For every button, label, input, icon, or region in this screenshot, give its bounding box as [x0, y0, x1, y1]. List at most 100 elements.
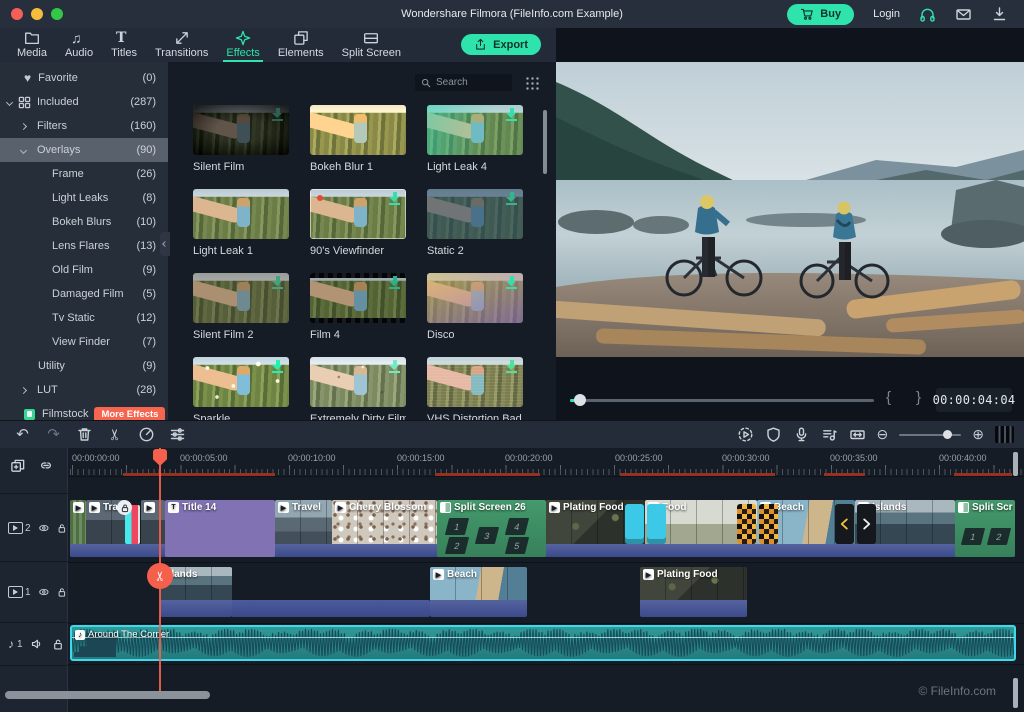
transition-cyan[interactable] — [625, 504, 666, 544]
login-button[interactable]: Login — [873, 8, 900, 20]
download-center-icon[interactable] — [991, 6, 1008, 23]
clip-split-screen-2[interactable]: Split Scre 1 2 — [955, 500, 1015, 557]
clip-cherry-blossom[interactable]: ▶Cherry Blossom — [332, 500, 437, 557]
effect-card-extremely-dirty-film[interactable]: Extremely Dirty Film — [310, 357, 406, 425]
sidebar-item-lens-flares[interactable]: Lens Flares (13) — [0, 234, 168, 258]
tab-elements[interactable]: Elements — [269, 28, 333, 62]
sidebar-item-filters[interactable]: Filters (160) — [0, 114, 168, 138]
mask-shield-icon[interactable] — [765, 426, 782, 443]
export-button[interactable]: Export — [461, 34, 541, 55]
effect-card-vhs-distortion-bad[interactable]: VHS Distortion Bad — [427, 357, 523, 425]
zoom-out-icon[interactable]: ⊖ — [877, 426, 889, 443]
fullscreen-window-button[interactable] — [51, 8, 63, 20]
buy-button[interactable]: Buy — [787, 4, 854, 25]
filmstock-icon — [24, 409, 35, 420]
sidebar-item-damaged-film[interactable]: Damaged Film (5) — [0, 282, 168, 306]
sidebar-item-utility[interactable]: Utility (9) — [0, 354, 168, 378]
eye-icon[interactable] — [38, 521, 50, 535]
lock-icon[interactable] — [56, 585, 68, 599]
video-preview[interactable] — [556, 62, 1024, 357]
adjust-sliders-icon[interactable] — [169, 426, 186, 443]
effect-card-bokeh-blur-1[interactable]: Bokeh Blur 1 — [310, 105, 406, 173]
mail-icon[interactable] — [955, 6, 972, 23]
sidebar-item-included[interactable]: Included (287) — [0, 90, 168, 114]
sidebar-item-filmstock[interactable]: Filmstock More Effects — [0, 402, 168, 420]
sidebar-item-old-film[interactable]: Old Film (9) — [0, 258, 168, 282]
lock-icon[interactable] — [56, 521, 68, 535]
minimize-window-button[interactable] — [31, 8, 43, 20]
voiceover-mic-icon[interactable] — [793, 426, 810, 443]
sidebar-item-favorite[interactable]: ♥ Favorite (0) — [0, 66, 168, 90]
sidebar-item-overlays[interactable]: Overlays (90) — [0, 138, 168, 162]
track-height-icon[interactable] — [995, 426, 1014, 443]
clip-title-14[interactable]: TTitle 14 — [165, 500, 275, 557]
add-track-icon[interactable] — [10, 458, 26, 474]
grid-view-icon[interactable] — [524, 75, 539, 90]
more-effects-badge[interactable]: More Effects — [94, 407, 165, 421]
playhead-marker[interactable] — [153, 449, 167, 466]
audio-mixer-icon[interactable] — [821, 426, 838, 443]
timeline-content[interactable]: 00:00:00:00 00:00:05:00 00:00:10:00 00:0… — [68, 448, 1024, 712]
tab-transitions[interactable]: Transitions — [146, 28, 217, 62]
undo-icon[interactable]: ↶ — [14, 426, 31, 443]
clip-travel-2[interactable]: ▶Travel — [275, 500, 332, 557]
sidebar-item-view-finder[interactable]: View Finder (7) — [0, 330, 168, 354]
timeline-vertical-scrollbar-bottom[interactable] — [1013, 678, 1018, 708]
sidebar-item-light-leaks[interactable]: Light Leaks (8) — [0, 186, 168, 210]
effect-card-light-leak-4[interactable]: Light Leak 4 — [427, 105, 523, 173]
sidebar-item-frame[interactable]: Frame (26) — [0, 162, 168, 186]
timeline-horizontal-scrollbar[interactable] — [5, 691, 210, 699]
clip-split-screen-26[interactable]: Split Screen 26 1 2 3 4 5 — [437, 500, 546, 557]
timeline-zoom-slider[interactable] — [899, 426, 961, 443]
timeline-vertical-scrollbar[interactable] — [1013, 452, 1018, 476]
zoom-in-icon[interactable]: ⊕ — [972, 426, 984, 443]
effect-card-light-leak-1[interactable]: Light Leak 1 — [193, 189, 289, 257]
tab-media[interactable]: Media — [8, 28, 56, 62]
transition-mosaic[interactable] — [737, 504, 778, 544]
export-label: Export — [493, 39, 528, 51]
split-scissors-icon[interactable]: ✂ — [107, 426, 124, 443]
speaker-icon[interactable] — [30, 637, 44, 651]
zoom-slider-handle[interactable] — [943, 430, 952, 439]
close-window-button[interactable] — [11, 8, 23, 20]
effects-scrollbar[interactable] — [543, 110, 547, 174]
tab-audio[interactable]: ♫ Audio — [56, 28, 102, 62]
transition-arrows[interactable] — [835, 504, 876, 544]
delete-trash-icon[interactable] — [76, 426, 93, 443]
redo-icon[interactable]: ↷ — [45, 426, 62, 443]
effect-card-static-2[interactable]: Static 2 — [427, 189, 523, 257]
seek-handle[interactable] — [574, 394, 586, 406]
search-box[interactable] — [415, 74, 512, 91]
sidebar-item-tv-static[interactable]: Tv Static (12) — [0, 306, 168, 330]
sidebar-item-lut[interactable]: LUT (28) — [0, 378, 168, 402]
effect-card-film-4[interactable]: Film 4 — [310, 273, 406, 341]
clip-around-the-corner[interactable]: ♪ Around The Corner — [70, 625, 1016, 661]
eye-icon[interactable] — [38, 585, 50, 599]
tab-split-screen[interactable]: Split Screen — [333, 28, 410, 62]
support-headset-icon[interactable] — [919, 6, 936, 23]
mark-out-button[interactable]: } — [916, 389, 921, 406]
search-input[interactable] — [436, 77, 506, 88]
clip-mini-2[interactable]: ▶ — [141, 500, 165, 557]
clip-mini-1[interactable]: ▶T — [70, 500, 86, 557]
effect-card-disco[interactable]: Disco — [427, 273, 523, 341]
timecode-display: 00:00:04:04 — [936, 388, 1012, 412]
clip-plating-food-1[interactable]: ▶Plating Food — [640, 567, 747, 617]
speed-icon[interactable] — [138, 426, 155, 443]
link-icon[interactable] — [38, 458, 54, 474]
render-preview-icon[interactable] — [737, 426, 754, 443]
sidebar-item-bokeh-blurs[interactable]: Bokeh Blurs (10) — [0, 210, 168, 234]
fit-timeline-icon[interactable] — [849, 426, 866, 443]
panel-collapse-button[interactable] — [160, 232, 170, 256]
effect-card-sparkle[interactable]: Sparkle — [193, 357, 289, 425]
clip-beach-1[interactable]: ▶Beach — [430, 567, 527, 617]
effect-card-90s-viewfinder[interactable]: 90's Viewfinder — [310, 189, 406, 257]
mark-in-button[interactable]: { — [886, 389, 891, 406]
effect-card-silent-film[interactable]: Silent Film — [193, 105, 289, 173]
tab-effects[interactable]: Effects — [217, 28, 268, 62]
playhead-split-button[interactable]: ✂ — [147, 563, 173, 589]
effect-card-silent-film-2[interactable]: Silent Film 2 — [193, 273, 289, 341]
lock-icon[interactable] — [51, 637, 65, 651]
seek-track[interactable] — [570, 399, 874, 402]
tab-titles[interactable]: T Titles — [102, 28, 146, 62]
